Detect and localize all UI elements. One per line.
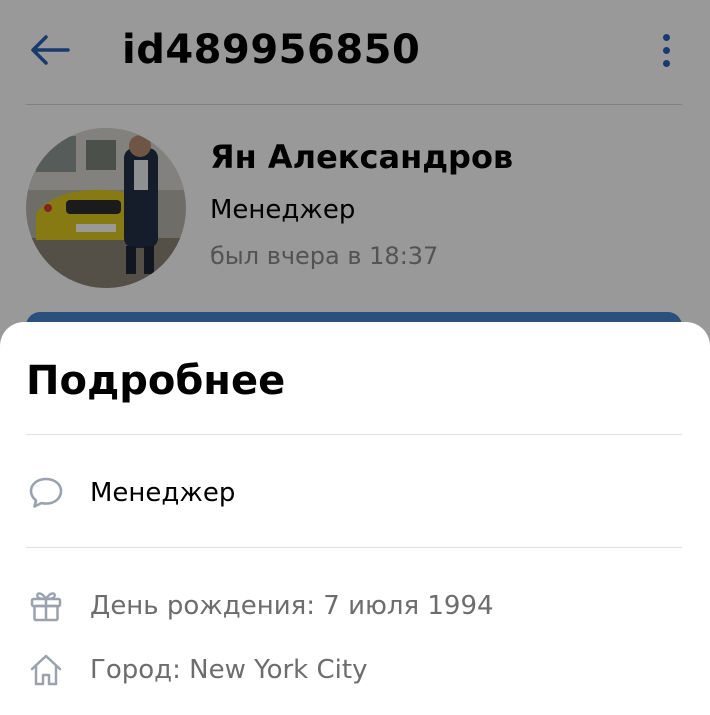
city-text: Город: New York City [90,655,368,685]
speech-bubble-icon [29,477,63,508]
about-text: Менеджер [90,478,236,508]
sheet-divider [26,434,682,435]
home-icon [30,654,62,686]
about-row: Менеджер [26,471,682,515]
birthday-row: День рождения: 7 июля 1994 [26,584,682,628]
birthday-text: День рождения: 7 июля 1994 [90,591,494,621]
sheet-title: Подробнее [26,358,286,404]
city-row: Город: New York City [26,648,682,692]
sheet-divider [26,547,682,548]
gift-icon [30,592,62,622]
details-sheet: Подробнее Менеджер День рождения: 7 июля… [0,322,710,715]
